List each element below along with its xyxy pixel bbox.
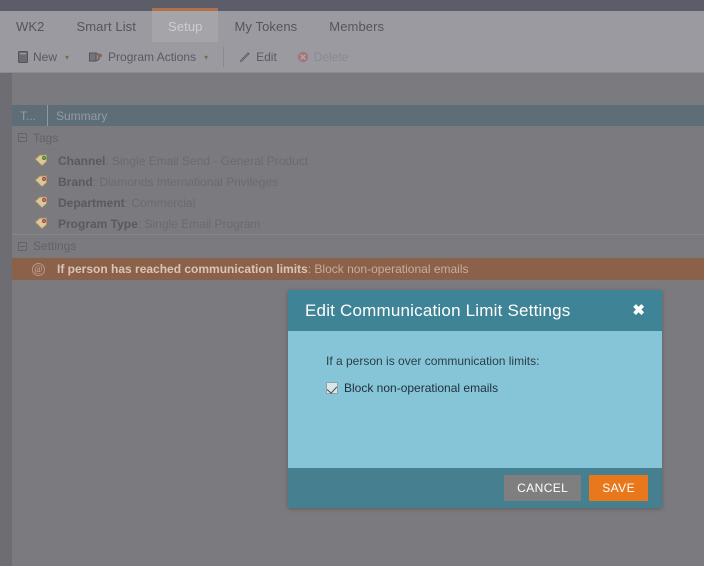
- row-label: If person has reached communication limi…: [57, 262, 308, 276]
- group-label: Settings: [33, 239, 77, 253]
- chevron-down-icon[interactable]: ▾: [204, 53, 208, 62]
- content-top-gap: [12, 73, 704, 105]
- collapse-icon[interactable]: [18, 133, 27, 142]
- row-summary: Department: Commercial: [58, 195, 196, 210]
- dialog-header: Edit Communication Limit Settings ✖: [288, 290, 662, 331]
- cancel-button[interactable]: CANCEL: [504, 475, 582, 501]
- tab-label: Smart List: [76, 19, 136, 34]
- tag-icon-red: [34, 175, 48, 188]
- row-summary: Channel: Single Email Send - General Pro…: [58, 153, 309, 168]
- row-value: Commercial: [131, 195, 196, 210]
- tab-label: Setup: [168, 19, 203, 34]
- row-value: Block non-operational emails: [314, 262, 469, 276]
- tab-label: Members: [329, 19, 385, 34]
- checkbox-label: Block non-operational emails: [344, 381, 499, 395]
- edit-communication-limit-settings-dialog: Edit Communication Limit Settings ✖ If a…: [288, 290, 662, 508]
- toolbar-divider: [223, 47, 225, 67]
- grid-body: Tags Channel: Single Email Send - Genera…: [12, 126, 704, 281]
- tab-label: WK2: [16, 19, 45, 34]
- tag-icon-red: [34, 217, 48, 230]
- table-row[interactable]: Program Type: Single Email Program: [12, 213, 704, 234]
- table-row[interactable]: Department: Commercial: [12, 192, 704, 213]
- program-actions-button[interactable]: Program Actions ▾: [79, 46, 218, 68]
- toolbar: New ▾ Program Actions ▾ Edit Delete: [0, 42, 704, 73]
- column-header-summary[interactable]: Summary: [48, 105, 704, 126]
- chevron-down-icon[interactable]: ▾: [65, 53, 69, 62]
- table-row-selected[interactable]: @ If person has reached communication li…: [12, 258, 704, 280]
- new-document-icon: [18, 51, 28, 63]
- new-label: New: [33, 50, 58, 64]
- block-non-operational-emails-checkbox-row[interactable]: Block non-operational emails: [326, 381, 662, 395]
- program-actions-label: Program Actions: [108, 50, 197, 64]
- column-header-type[interactable]: T...: [12, 105, 48, 126]
- table-row[interactable]: Brand: Diamonds International Privileges: [12, 171, 704, 192]
- row-label: Brand: [58, 174, 93, 189]
- tag-icon-red: [34, 196, 48, 209]
- edit-label: Edit: [256, 50, 277, 64]
- delete-label: Delete: [313, 50, 349, 64]
- tab-smart-list[interactable]: Smart List: [60, 11, 152, 42]
- group-label: Tags: [33, 130, 59, 145]
- row-value: Single Email Send - General Product: [112, 153, 309, 168]
- row-summary: Program Type: Single Email Program: [58, 216, 261, 231]
- dialog-body: If a person is over communication limits…: [288, 331, 662, 468]
- pencil-icon: [239, 51, 251, 63]
- close-icon[interactable]: ✖: [629, 301, 648, 320]
- row-label: Department: [58, 195, 125, 210]
- group-row-tags[interactable]: Tags: [12, 126, 704, 150]
- dialog-footer: CANCEL SAVE: [288, 468, 662, 508]
- top-strip: [0, 0, 704, 11]
- row-value: Single Email Program: [144, 216, 261, 231]
- program-actions-icon: [89, 51, 103, 63]
- tab-members[interactable]: Members: [313, 11, 400, 42]
- delete-x-icon: [297, 51, 309, 63]
- table-row[interactable]: Channel: Single Email Send - General Pro…: [12, 150, 704, 171]
- save-button[interactable]: SAVE: [589, 475, 648, 501]
- tab-wk2[interactable]: WK2: [0, 11, 60, 42]
- dialog-instruction-label: If a person is over communication limits…: [326, 354, 540, 368]
- group-row-settings[interactable]: Settings: [12, 234, 704, 258]
- tab-my-tokens[interactable]: My Tokens: [218, 11, 313, 42]
- dialog-title: Edit Communication Limit Settings: [305, 300, 571, 320]
- collapse-icon[interactable]: [18, 241, 27, 251]
- row-label: Channel: [58, 153, 106, 168]
- grid-header-row: T... Summary: [12, 105, 704, 126]
- block-non-operational-emails-checkbox[interactable]: [326, 382, 338, 394]
- edit-button[interactable]: Edit: [229, 46, 287, 68]
- row-summary: If person has reached communication limi…: [57, 262, 469, 276]
- tab-bar: WK2 Smart List Setup My Tokens Members: [0, 8, 704, 42]
- new-button[interactable]: New ▾: [8, 46, 79, 68]
- row-summary: Brand: Diamonds International Privileges: [58, 174, 279, 189]
- tag-icon-green: [34, 154, 48, 167]
- delete-button: Delete: [287, 46, 359, 68]
- row-value: Diamonds International Privileges: [99, 174, 279, 189]
- tab-setup[interactable]: Setup: [152, 8, 219, 42]
- left-rail: [0, 73, 12, 566]
- tab-label: My Tokens: [234, 19, 298, 34]
- at-icon: @: [32, 262, 45, 276]
- row-label: Program Type: [58, 216, 138, 231]
